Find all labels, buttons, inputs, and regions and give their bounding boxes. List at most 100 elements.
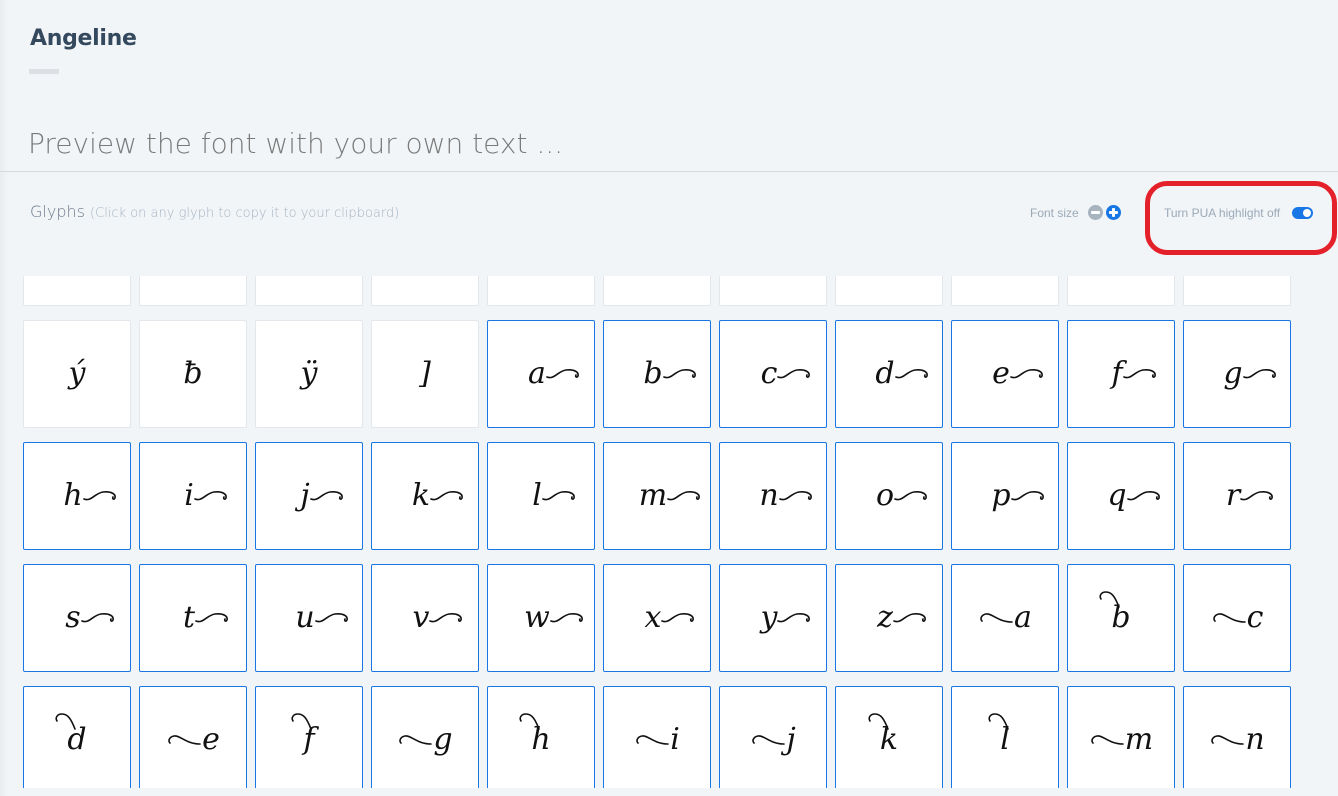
glyph-cell[interactable] (951, 276, 1059, 306)
glyph-cell[interactable] (371, 276, 479, 306)
swash-top-hook-stroke (519, 713, 541, 730)
glyph-character: o (875, 478, 895, 513)
swash-tail-stroke (1242, 369, 1276, 379)
glyph-cell[interactable]: i (603, 686, 711, 788)
swash-tail-stroke (429, 613, 463, 623)
swash-tail-stroke (309, 491, 343, 501)
glyph-preview: m (639, 481, 703, 511)
glyph-character: r (1225, 478, 1241, 513)
glyph-cell[interactable]: r (1183, 442, 1291, 550)
swash-tail-stroke (541, 491, 575, 501)
glyph-preview: t (183, 603, 231, 633)
glyph-cell[interactable]: g (1183, 320, 1291, 428)
glyph-cell[interactable]: ƀ (139, 320, 247, 428)
glyph-cell[interactable]: f (255, 686, 363, 788)
glyph-cell[interactable]: b (1067, 564, 1175, 672)
glyph-character: k (411, 478, 431, 513)
glyph-cell[interactable] (487, 276, 595, 306)
glyph-cell[interactable] (255, 276, 363, 306)
swash-tail-stroke (1122, 369, 1156, 379)
glyph-cell[interactable]: e (139, 686, 247, 788)
glyph-character: s (65, 600, 81, 635)
glyph-preview: v (413, 603, 466, 633)
swash-tail-stroke (546, 369, 579, 379)
glyph-character: t (182, 600, 196, 635)
glyph-character: ÿ (300, 356, 318, 391)
glyph-cell[interactable]: d (835, 320, 943, 428)
glyph-preview: j (750, 725, 796, 755)
swash-tail-stroke (894, 369, 928, 379)
glyph-preview: k (868, 713, 898, 755)
glyph-cell[interactable]: a (951, 564, 1059, 672)
swash-tail-stroke (894, 491, 927, 501)
glyph-cell[interactable]: d (23, 686, 131, 788)
glyph-cell[interactable] (23, 276, 131, 306)
glyph-preview: q (1107, 481, 1162, 511)
glyph-cell[interactable]: b (603, 320, 711, 428)
glyph-cell[interactable] (603, 276, 711, 306)
glyph-cell[interactable]: c (719, 320, 827, 428)
glyph-cell[interactable]: j (255, 442, 363, 550)
glyph-cell[interactable]: m (603, 442, 711, 550)
glyph-preview: e (992, 359, 1046, 389)
glyph-cell[interactable]: ÿ (255, 320, 363, 428)
glyph-cell[interactable]: h (23, 442, 131, 550)
glyph-cell[interactable] (139, 276, 247, 306)
glyph-cell[interactable]: k (835, 686, 943, 788)
glyph-cell[interactable]: m (1067, 686, 1175, 788)
glyph-cell[interactable]: f (1067, 320, 1175, 428)
glyph-preview: l (532, 481, 578, 511)
glyph-cell[interactable]: ý (23, 320, 131, 428)
glyph-preview: k (412, 481, 466, 511)
glyph-preview: ƀ (183, 359, 202, 389)
preview-text-input[interactable] (28, 120, 1318, 166)
glyph-cell[interactable]: n (1183, 686, 1291, 788)
glyph-cell[interactable]: h (487, 686, 595, 788)
glyph-cell[interactable]: l (951, 686, 1059, 788)
swash-tail-stroke (667, 491, 701, 501)
glyph-cell[interactable] (1183, 276, 1291, 306)
glyph-cell[interactable]: e (951, 320, 1059, 428)
swash-tail-stroke (1126, 491, 1160, 501)
glyph-cell[interactable]: x (603, 564, 711, 672)
glyph-cell[interactable] (835, 276, 943, 306)
glyph-cell[interactable]: i (139, 442, 247, 550)
glyph-cell[interactable]: l (487, 442, 595, 550)
glyph-character: p (991, 478, 1011, 513)
font-size-increase-button[interactable] (1106, 205, 1121, 220)
glyph-cell[interactable]: k (371, 442, 479, 550)
glyph-cell[interactable]: o (835, 442, 943, 550)
glyph-cell[interactable]: z (835, 564, 943, 672)
glyph-cell[interactable]: q (1067, 442, 1175, 550)
swash-lead-stroke (752, 735, 786, 745)
glyph-cell[interactable]: t (139, 564, 247, 672)
glyph-cell[interactable]: v (371, 564, 479, 672)
glyph-cell[interactable]: a (487, 320, 595, 428)
glyph-cell[interactable]: p (951, 442, 1059, 550)
glyph-preview: i (184, 481, 230, 511)
glyph-preview: x (645, 603, 698, 633)
glyph-cell[interactable]: n (719, 442, 827, 550)
glyph-cell[interactable]: u (255, 564, 363, 672)
font-size-decrease-button[interactable] (1088, 205, 1103, 220)
glyph-cell[interactable]: w (487, 564, 595, 672)
glyph-preview: l (988, 713, 1010, 755)
glyph-preview: j (300, 481, 345, 511)
glyph-cell[interactable]: g (371, 686, 479, 788)
glyph-cell[interactable]: y (719, 564, 827, 672)
glyph-cell[interactable] (1067, 276, 1175, 306)
glyph-cell[interactable]: ] (371, 320, 479, 428)
swash-lead-stroke (168, 735, 201, 745)
swash-tail-stroke (314, 613, 348, 623)
glyph-cell[interactable]: s (23, 564, 131, 672)
glyph-cell[interactable]: j (719, 686, 827, 788)
pua-highlight-toggle[interactable] (1292, 207, 1313, 219)
glyph-cell[interactable]: c (1183, 564, 1291, 672)
glyph-character: e (992, 356, 1010, 391)
glyph-preview: f (1111, 359, 1158, 389)
glyph-character: a (528, 356, 546, 391)
glyph-character: b (643, 356, 663, 391)
swash-tail-stroke (778, 491, 812, 501)
glyph-cell[interactable] (719, 276, 827, 306)
glyph-character: z (877, 600, 893, 635)
